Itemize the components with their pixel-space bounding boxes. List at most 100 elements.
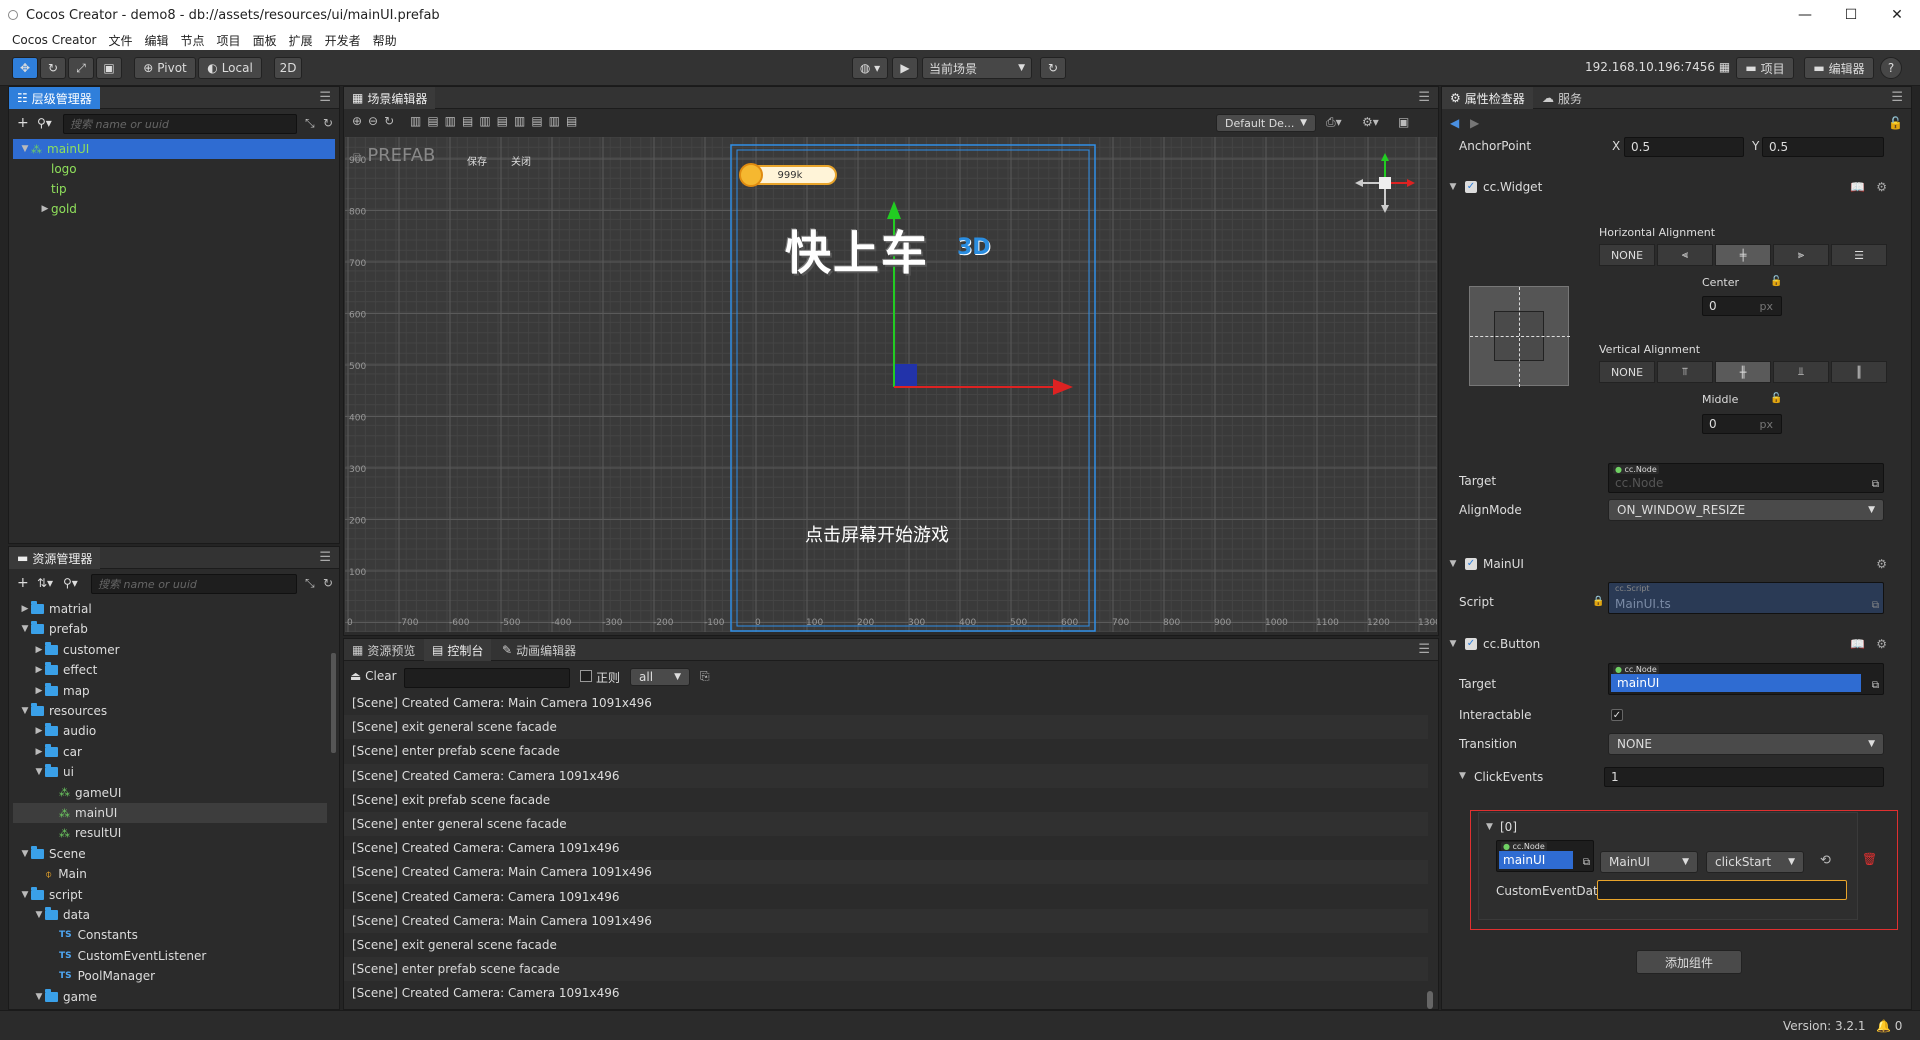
button-target-pick-icon[interactable]: ⧉ [1872,680,1879,691]
assets-menu-icon[interactable]: ☰ [319,550,331,565]
menu-file[interactable]: 文件 [109,32,133,49]
v-align-none-button[interactable]: NONE [1599,361,1655,383]
collapse-arrow-icon[interactable]: ▼ [33,992,45,1002]
v-align-middle-button[interactable]: ╫ [1715,361,1771,383]
expand-arrow-icon[interactable]: ▶ [19,604,31,614]
scale-tool-button[interactable]: ⤢ [68,57,94,79]
close-window-button[interactable]: ✕ [1874,0,1920,30]
hierarchy-search-input[interactable]: 搜索 name or uuid [63,114,297,134]
asset-item[interactable]: TS Constants [13,925,327,945]
asset-item[interactable]: ▼ Scene [13,844,327,864]
expand-arrow-icon[interactable]: ▶ [33,726,45,736]
pivot-button[interactable]: ⊕ Pivot [134,57,196,79]
console-log-line[interactable]: [Scene] Created Camera: Main Camera 1091… [344,908,1428,933]
menu-project[interactable]: 项目 [217,32,241,49]
editor-button[interactable]: ▬ 编辑器 [1804,57,1874,79]
forward-arrow-icon[interactable]: ▶ [1470,116,1479,130]
clear-button[interactable]: ⏏ Clear [350,669,397,683]
mainui-expand-icon[interactable]: ▼ [1447,559,1459,569]
expand-arrow-icon[interactable]: ▶ [33,645,45,655]
clickevents-count-input[interactable]: 1 [1604,767,1884,787]
expand-arrow-icon[interactable]: ▶ [33,665,45,675]
minimize-button[interactable]: — [1782,0,1828,30]
collapse-arrow-icon[interactable]: ▼ [19,849,31,859]
add-node-icon[interactable]: + [17,115,29,131]
prefab-save-button[interactable]: 保存 [467,153,487,168]
tab-console[interactable]: ▤ 控制台 [424,639,492,661]
asset-item[interactable]: ▶ matrial [13,599,327,619]
asset-item[interactable]: ▶ map [13,681,327,701]
move-tool-button[interactable]: ✥ [12,57,38,79]
event-expand-icon[interactable]: ▼ [1486,822,1493,832]
platform-button[interactable]: ◍ ▾ [852,57,888,79]
button-component-header[interactable]: ▼ ✓ cc.Button 📖 ⚙ [1447,633,1905,655]
expand-arrow-icon[interactable]: ▶ [33,747,45,757]
asset-item[interactable]: ▼ resources [13,701,327,721]
center-lock-icon[interactable]: 🔓 [1770,276,1782,287]
widget-component-header[interactable]: ▼ ✓ cc.Widget 📖 ⚙ [1447,176,1905,198]
assets-scrollbar[interactable] [331,653,336,753]
hierarchy-menu-icon[interactable]: ☰ [319,90,331,105]
console-log-line[interactable]: [Scene] Created Camera: Main Camera 1091… [344,860,1428,885]
console-log-line[interactable]: [Scene] Created Camera: Camera 1091x496 [344,836,1428,860]
middle-input[interactable]: 0 px [1702,414,1782,434]
asset-item[interactable]: ▼ ui [13,762,327,782]
assets-search-input[interactable]: 搜索 name or uuid [91,574,297,594]
console-log-line[interactable]: [Scene] enter general scene facade [344,812,1428,836]
hierarchy-node[interactable]: ▼ ⁂ mainUI [13,139,335,159]
tab-scene-editor[interactable]: ▦ 场景编辑器 [344,87,436,109]
scene-layout-icon[interactable]: ▣ [1398,115,1409,129]
inspector-menu-icon[interactable]: ☰ [1891,90,1903,105]
asset-item[interactable]: ▶ customer [13,640,327,660]
collapse-icon[interactable]: ⤡ [305,116,315,131]
2d-button[interactable]: 2D [274,57,302,79]
notification-indicator[interactable]: 🔔 0 [1876,1019,1902,1033]
menu-edit[interactable]: 编辑 [145,32,169,49]
regex-checkbox[interactable] [580,670,592,682]
tab-inspector[interactable]: ⚙ 属性检查器 [1442,87,1533,109]
add-component-button[interactable]: 添加组件 [1636,950,1742,974]
collapse-arrow-icon[interactable]: ▼ [19,890,31,900]
asset-item[interactable]: ▼ game [13,987,327,1007]
anchor-x-input[interactable]: 0.5 [1624,137,1744,157]
tab-service[interactable]: ☁ 服务 [1534,87,1590,109]
mainui-settings-icon[interactable]: ⚙ [1876,557,1887,571]
widget-enabled-checkbox[interactable]: ✓ [1465,181,1477,193]
collapse-arrow-icon[interactable]: ▼ [19,706,31,716]
event-node-field[interactable]: ● cc.Node mainUI ⧉ [1496,840,1594,872]
collapse-arrow-icon[interactable]: ▼ [19,624,31,634]
asset-search-icon[interactable]: ⚲▾ [63,576,78,590]
widget-expand-icon[interactable]: ▼ [1447,182,1459,192]
anchor-y-input[interactable]: 0.5 [1762,137,1884,157]
scene-align-toolbar[interactable]: ⊕⊖↻ ▥▤▥▤▥▤▥▤▥▤ [352,114,583,128]
widget-target-field[interactable]: ● cc.Node cc.Node ⧉ [1608,463,1884,493]
camera-icon[interactable]: ⎙▾ [1326,115,1342,130]
console-scrollbar[interactable] [1427,991,1433,1009]
menu-help[interactable]: 帮助 [373,32,397,49]
console-log-line[interactable]: [Scene] enter prefab scene facade [344,957,1428,982]
console-filter-input[interactable] [404,668,570,688]
console-log-line[interactable]: [Scene] exit general scene facade [344,933,1428,957]
scene-gear-icon[interactable]: ⚙▾ [1362,115,1379,129]
event-component-select[interactable]: MainUI ▼ [1600,851,1698,873]
v-align-bottom-button[interactable]: ⫫ [1773,361,1829,383]
scene-menu-icon[interactable]: ☰ [1418,90,1430,105]
asset-item[interactable]: ▶ audio [13,721,327,741]
transition-select[interactable]: NONE ▼ [1608,733,1884,755]
search-icon[interactable]: ⚲▾ [37,116,52,130]
menu-extension[interactable]: 扩展 [289,32,313,49]
console-menu-icon[interactable]: ☰ [1418,642,1430,657]
menu-node[interactable]: 节点 [181,32,205,49]
collapse-arrow-icon[interactable]: ▼ [33,767,45,777]
local-button[interactable]: ◐ Local [198,57,262,79]
asset-item[interactable]: ⌽ Main [13,864,327,884]
scene-select[interactable]: 当前场景 ▼ [922,57,1032,79]
rect-tool-button[interactable]: ▣ [96,57,122,79]
button-enabled-checkbox[interactable]: ✓ [1465,638,1477,650]
alignmode-select[interactable]: ON_WINDOW_RESIZE ▼ [1608,499,1884,521]
lock-inspector-icon[interactable]: 🔓 [1888,116,1903,130]
v-align-top-button[interactable]: ⫪ [1657,361,1713,383]
maximize-button[interactable]: ☐ [1828,0,1874,30]
asset-item[interactable]: TS PoolManager [13,966,327,986]
collapse-arrow-icon[interactable]: ▼ [19,144,31,154]
